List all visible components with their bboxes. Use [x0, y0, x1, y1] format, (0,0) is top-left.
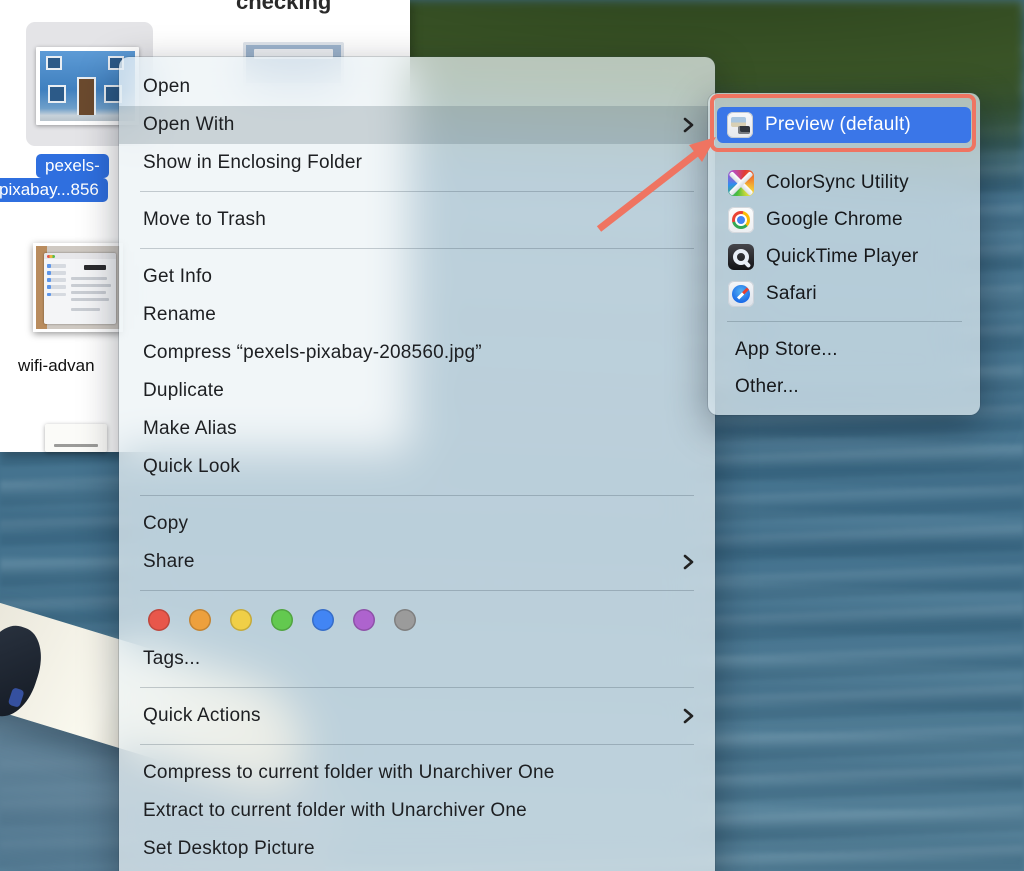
clipped-filename-text: checking	[236, 0, 331, 15]
submenu-item-quicktime-label: QuickTime Player	[766, 246, 918, 268]
menu-item-tags[interactable]: Tags...	[119, 640, 715, 678]
tag-yellow[interactable]	[230, 609, 252, 631]
menu-item-compress-unarchiver[interactable]: Compress to current folder with Unarchiv…	[119, 754, 715, 792]
wifi-screenshot	[36, 246, 120, 329]
menu-item-get-info-label: Get Info	[143, 266, 212, 288]
menu-item-quick-actions[interactable]: Quick Actions	[119, 697, 715, 735]
submenu-item-quicktime[interactable]: QuickTime Player	[708, 238, 980, 275]
safari-app-icon	[728, 281, 754, 307]
wifi-content-line	[71, 277, 107, 280]
menu-item-duplicate-label: Duplicate	[143, 380, 224, 402]
tag-green[interactable]	[271, 609, 293, 631]
wifi-settings-window	[44, 253, 116, 324]
selected-filename-line2[interactable]: pixabay...856	[0, 178, 108, 202]
house-window	[48, 85, 66, 103]
menu-item-compress-unarchiver-label: Compress to current folder with Unarchiv…	[143, 762, 555, 784]
wifi-sidebar-row	[47, 285, 66, 289]
wifi-sidebar-row	[47, 293, 66, 297]
house-door	[77, 77, 96, 115]
menu-item-make-alias[interactable]: Make Alias	[119, 410, 715, 448]
menu-item-get-info[interactable]: Get Info	[119, 258, 715, 296]
menu-separator	[140, 744, 694, 745]
menu-separator	[140, 248, 694, 249]
wifi-content-line	[71, 291, 106, 294]
wifi-row-icon	[47, 278, 51, 282]
menu-item-make-alias-label: Make Alias	[143, 418, 237, 440]
menu-separator	[140, 495, 694, 496]
wifi-row-icon	[47, 293, 51, 297]
tag-purple[interactable]	[353, 609, 375, 631]
submenu-separator	[727, 321, 962, 322]
annotation-arrow	[585, 133, 735, 248]
submenu-item-chrome-label: Google Chrome	[766, 209, 903, 231]
menu-item-move-to-trash-label: Move to Trash	[143, 209, 266, 231]
submenu-item-safari-label: Safari	[766, 283, 817, 305]
wifi-row-icon	[47, 285, 51, 289]
menu-item-set-desktop-picture[interactable]: Set Desktop Picture	[119, 830, 715, 868]
tag-blue[interactable]	[312, 609, 334, 631]
submenu-item-safari[interactable]: Safari	[708, 275, 980, 312]
wifi-row-icon	[47, 271, 51, 275]
menu-separator	[140, 687, 694, 688]
submenu-item-other-label: Other...	[735, 376, 799, 398]
menu-item-tags-label: Tags...	[143, 648, 200, 670]
wifi-field	[84, 265, 106, 269]
chevron-right-icon	[683, 554, 695, 570]
submenu-item-other[interactable]: Other...	[708, 368, 980, 405]
menu-item-quick-look[interactable]: Quick Look	[119, 448, 715, 486]
menu-item-open-with-label: Open With	[143, 114, 235, 136]
selected-filename-line1[interactable]: pexels-	[36, 154, 109, 178]
wifi-content-line	[71, 298, 109, 301]
menu-item-quick-look-label: Quick Look	[143, 456, 240, 478]
menu-item-extract-unarchiver[interactable]: Extract to current folder with Unarchive…	[119, 792, 715, 830]
file-thumbnail-document-partial[interactable]	[45, 424, 107, 452]
house-window	[46, 56, 62, 70]
menu-item-compress-file-label: Compress “pexels-pixabay-208560.jpg”	[143, 342, 482, 364]
menu-item-quick-actions-label: Quick Actions	[143, 705, 261, 727]
menu-item-show-in-enclosing-folder-label: Show in Enclosing Folder	[143, 152, 362, 174]
menu-item-share[interactable]: Share	[119, 543, 715, 581]
menu-item-copy-label: Copy	[143, 513, 188, 535]
wifi-row-icon	[47, 264, 51, 268]
wifi-sidebar-row	[47, 271, 66, 275]
wifi-content-line	[71, 308, 100, 311]
wifi-settings-titlebar	[44, 253, 116, 259]
submenu-item-colorsync[interactable]: ColorSync Utility	[708, 164, 980, 201]
menu-item-share-label: Share	[143, 551, 195, 573]
menu-item-set-desktop-picture-label: Set Desktop Picture	[143, 838, 315, 860]
screen: checking pexels- pixabay...856	[0, 0, 1024, 871]
submenu-item-app-store[interactable]: App Store...	[708, 331, 980, 368]
filename-wifi-advanced[interactable]: wifi-advan	[18, 356, 95, 376]
chevron-right-icon	[683, 117, 695, 133]
chevron-right-icon	[683, 708, 695, 724]
wifi-sidebar-row	[47, 264, 66, 268]
wifi-content-line	[71, 284, 111, 287]
menu-item-open-label: Open	[143, 76, 190, 98]
wifi-sidebar-row	[47, 278, 66, 282]
menu-item-rename-label: Rename	[143, 304, 216, 326]
annotation-highlight-box	[710, 94, 976, 152]
traffic-light-dots	[47, 255, 55, 258]
menu-item-copy[interactable]: Copy	[119, 505, 715, 543]
tag-red[interactable]	[148, 609, 170, 631]
submenu-item-colorsync-label: ColorSync Utility	[766, 172, 909, 194]
document-text-line	[54, 444, 99, 447]
tag-gray[interactable]	[394, 609, 416, 631]
menu-item-duplicate[interactable]: Duplicate	[119, 372, 715, 410]
tag-color-row	[119, 600, 715, 640]
menu-item-open[interactable]: Open	[119, 68, 715, 106]
file-thumbnail-wifi-settings[interactable]	[33, 243, 123, 332]
tag-orange[interactable]	[189, 609, 211, 631]
menu-item-extract-unarchiver-label: Extract to current folder with Unarchive…	[143, 800, 527, 822]
menu-item-rename[interactable]: Rename	[119, 296, 715, 334]
menu-item-compress-file[interactable]: Compress “pexels-pixabay-208560.jpg”	[119, 334, 715, 372]
submenu-item-chrome[interactable]: Google Chrome	[708, 201, 980, 238]
submenu-item-app-store-label: App Store...	[735, 339, 838, 361]
menu-separator	[140, 590, 694, 591]
boat-motor-stripe	[8, 687, 25, 708]
